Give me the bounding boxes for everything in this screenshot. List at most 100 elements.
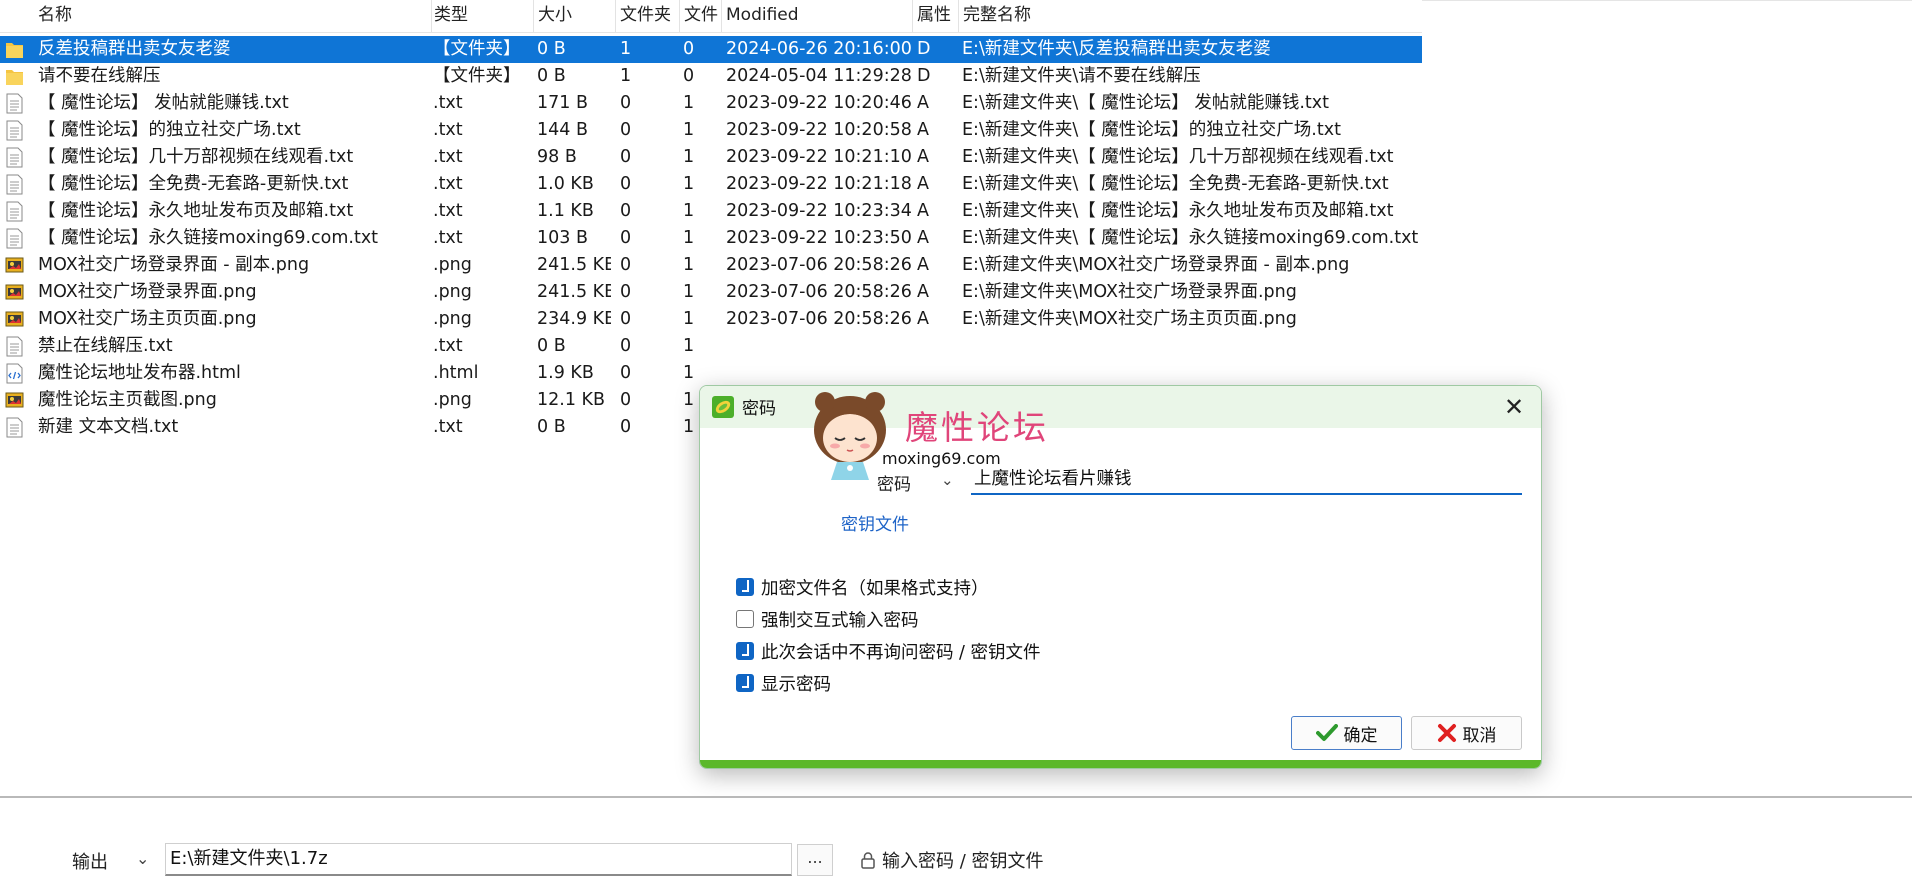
- cell-size: 241.5 KB: [537, 282, 611, 302]
- browse-button[interactable]: ...: [797, 844, 833, 876]
- cell-type: .txt: [433, 336, 463, 356]
- close-icon[interactable]: ✕: [1500, 393, 1528, 421]
- cell-name: 请不要在线解压: [38, 66, 161, 86]
- cell-full: E:\新建文件夹\MOX社交广场登录界面.png: [962, 282, 1297, 302]
- cell-type: .html: [433, 363, 479, 383]
- cell-modified: 2023-07-06 20:58:26: [726, 309, 911, 329]
- enter-password-label: 输入密码 / 密钥文件: [882, 851, 1044, 872]
- file-list-header: 名称 类型 大小 文件夹 文件 Modified 属性 完整名称: [0, 0, 1422, 33]
- cell-modified: 2023-09-22 10:23:34: [726, 201, 911, 221]
- cell-attr: [917, 333, 955, 360]
- file-row[interactable]: 【 魔性论坛】 发帖就能赚钱.txt .txt 171 B 0 1 2023-09-22 …: [0, 90, 1422, 117]
- cell-size: 98 B: [537, 147, 577, 167]
- cell-name: MOX社交广场主页页面.png: [38, 309, 257, 329]
- cell-files: 1: [683, 282, 695, 302]
- file-row[interactable]: 【 魔性论坛】的独立社交广场.txt .txt 144 B 0 1 2023-09-22 …: [0, 117, 1422, 144]
- cell-name: 【 魔性论坛】全免费-无套路-更新快.txt: [38, 174, 349, 194]
- cell-attr: [917, 360, 955, 387]
- chevron-down-icon[interactable]: ⌄: [941, 471, 954, 489]
- brand-title: 魔性论坛: [905, 408, 1049, 447]
- checkbox-checked-icon: [736, 642, 754, 660]
- dont-ask-again-checkbox[interactable]: 此次会话中不再询问密码 / 密钥文件: [736, 639, 1041, 663]
- checkbox-checked-icon: [736, 578, 754, 596]
- cell-type: .txt: [433, 417, 463, 437]
- column-header-size[interactable]: 大小: [534, 0, 616, 32]
- file-row[interactable]: 【 魔性论坛】全免费-无套路-更新快.txt .txt 1.0 KB 0 1 2023-0…: [0, 171, 1422, 198]
- cell-folders: 0: [620, 147, 632, 167]
- cell-folders: 0: [620, 255, 632, 275]
- folder-row[interactable]: 请不要在线解压 【文件夹】 0 B 1 0 2024-05-04 11:29:28 D E:\…: [0, 63, 1422, 90]
- column-header-name[interactable]: 名称: [34, 0, 432, 32]
- column-header-type[interactable]: 类型: [430, 0, 534, 32]
- folder-row[interactable]: 反差投稿群出卖女友老婆 【文件夹】 0 B 1 0 2024-06-26 20:16:00…: [0, 36, 1422, 63]
- output-path-input[interactable]: E:\新建文件夹\1.7z: [165, 843, 792, 876]
- cell-size: 0 B: [537, 417, 566, 437]
- column-header-modified[interactable]: Modified: [722, 0, 913, 32]
- cell-size: 0 B: [537, 66, 566, 86]
- cell-files: 1: [683, 336, 695, 356]
- column-header-full-name[interactable]: 完整名称: [959, 0, 1422, 32]
- cell-files: 1: [683, 174, 695, 194]
- cell-type: .png: [433, 390, 472, 410]
- force-interactive-password-checkbox[interactable]: 强制交互式输入密码: [736, 607, 919, 631]
- cell-attr: D: [917, 39, 931, 59]
- cell-modified: 2023-09-22 10:20:46: [726, 93, 911, 113]
- file-row[interactable]: MOX社交广场主页页面.png .png 234.9 KB 0 1 2023-07-06 …: [0, 306, 1422, 333]
- cell-full: E:\新建文件夹\MOX社交广场主页页面.png: [962, 309, 1297, 329]
- image-file-icon: [5, 390, 24, 411]
- text-file-icon: [5, 147, 24, 168]
- cell-size: 0 B: [537, 39, 566, 59]
- cancel-button[interactable]: 取消: [1411, 716, 1522, 750]
- cell-name: 【 魔性论坛】几十万部视频在线观看.txt: [38, 147, 354, 167]
- text-file-icon: [5, 93, 24, 114]
- image-file-icon: [5, 255, 24, 276]
- cell-attr: A: [917, 120, 929, 140]
- column-header-attributes[interactable]: 属性: [913, 0, 959, 32]
- column-header-folders[interactable]: 文件夹: [616, 0, 680, 32]
- cell-attr: A: [917, 309, 929, 329]
- file-row[interactable]: 【 魔性论坛】几十万部视频在线观看.txt .txt 98 B 0 1 2023-09-2…: [0, 144, 1422, 171]
- cell-folders: 0: [620, 309, 632, 329]
- cell-folders: 1: [620, 39, 632, 59]
- cell-full: E:\新建文件夹\【 魔性论坛】永久地址发布页及邮箱.txt: [962, 201, 1394, 221]
- cell-folders: 0: [620, 336, 632, 356]
- cell-attr: A: [917, 93, 929, 113]
- column-header-files[interactable]: 文件: [680, 0, 722, 32]
- chevron-down-icon[interactable]: ⌄: [136, 849, 149, 868]
- file-row[interactable]: 【 魔性论坛】永久地址发布页及邮箱.txt .txt 1.1 KB 0 1 2023-09…: [0, 198, 1422, 225]
- file-row[interactable]: MOX社交广场登录界面 - 副本.png .png 241.5 KB 0 1 2023-0…: [0, 252, 1422, 279]
- show-password-checkbox[interactable]: 显示密码: [736, 671, 831, 695]
- lock-icon: [861, 852, 875, 869]
- cell-folders: 0: [620, 417, 632, 437]
- checkbox-label: 显示密码: [761, 674, 831, 695]
- password-input[interactable]: 上魔性论坛看片赚钱: [971, 465, 1522, 495]
- cell-name: 反差投稿群出卖女友老婆: [38, 39, 231, 59]
- enter-password-button[interactable]: 输入密码 / 密钥文件: [860, 846, 1044, 874]
- dialog-bottom-bar: [700, 760, 1541, 768]
- checkbox-checked-icon: [736, 674, 754, 692]
- file-row[interactable]: 魔性论坛地址发布器.html .html 1.9 KB 0 1: [0, 360, 1422, 387]
- cell-modified: 2023-07-06 20:58:26: [726, 282, 911, 302]
- file-row[interactable]: 禁止在线解压.txt .txt 0 B 0 1: [0, 333, 1422, 360]
- text-file-icon: [5, 201, 24, 222]
- cell-name: 【 魔性论坛】 发帖就能赚钱.txt: [38, 93, 289, 113]
- cell-size: 1.0 KB: [537, 174, 594, 194]
- cell-attr: A: [917, 147, 929, 167]
- cell-files: 0: [683, 39, 695, 59]
- ok-button[interactable]: 确定: [1291, 716, 1402, 750]
- cell-attr: A: [917, 255, 929, 275]
- cell-name: 【 魔性论坛】永久地址发布页及邮箱.txt: [38, 201, 354, 221]
- cell-modified: [726, 333, 911, 360]
- text-file-icon: [5, 120, 24, 141]
- file-row[interactable]: 【 魔性论坛】永久链接moxing69.com.txt .txt 103 B 0 1 20…: [0, 225, 1422, 252]
- file-row[interactable]: MOX社交广场登录界面.png .png 241.5 KB 0 1 2023-07-06 …: [0, 279, 1422, 306]
- cell-files: 1: [683, 93, 695, 113]
- panel-divider[interactable]: [0, 796, 1912, 798]
- cell-size: 1.9 KB: [537, 363, 594, 383]
- keyfile-link[interactable]: 密钥文件: [841, 510, 909, 535]
- cell-files: 1: [683, 120, 695, 140]
- cell-name: 【 魔性论坛】的独立社交广场.txt: [38, 120, 301, 140]
- cell-folders: 0: [620, 120, 632, 140]
- encrypt-filenames-checkbox[interactable]: 加密文件名（如果格式支持）: [736, 575, 989, 599]
- text-file-icon: [5, 336, 24, 357]
